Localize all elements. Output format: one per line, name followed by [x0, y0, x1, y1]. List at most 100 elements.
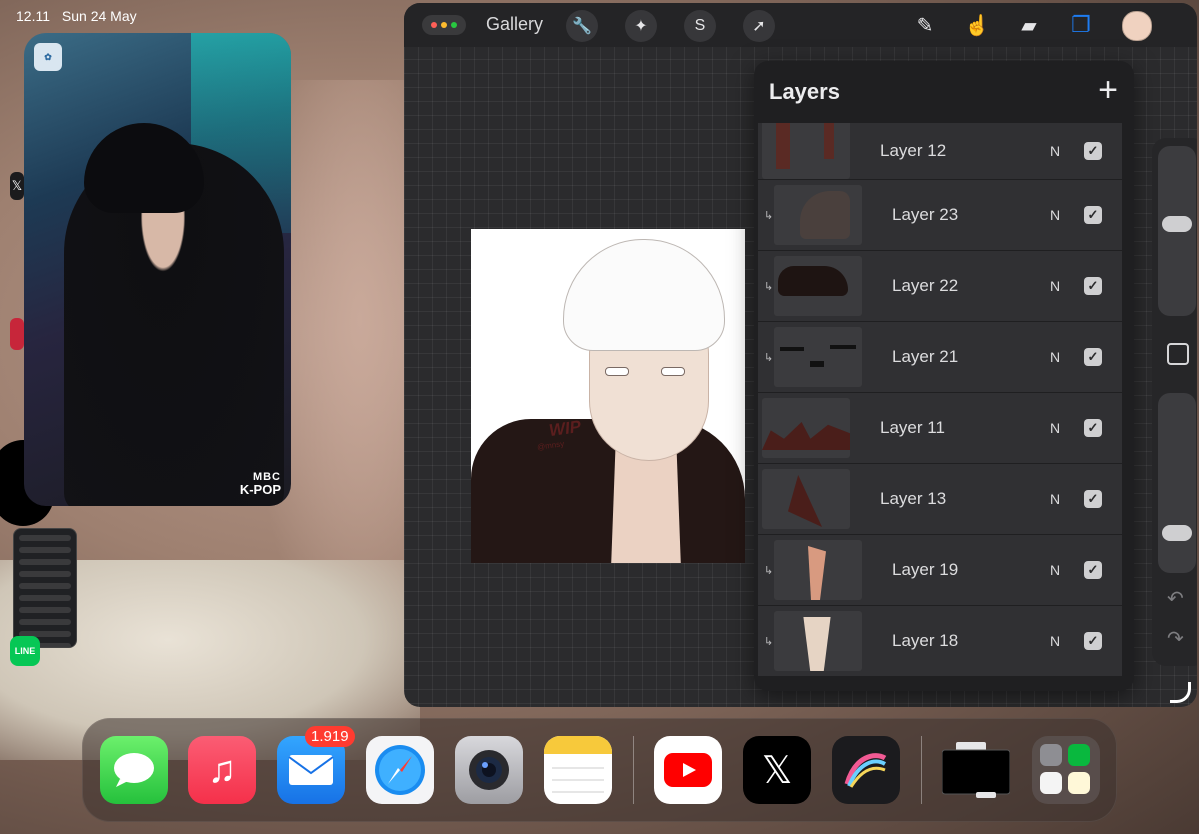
canvas-artwork[interactable]: WIP @mnsy [471, 229, 745, 563]
wrench-icon: 🔧 [572, 18, 592, 35]
layers-icon: ❐ [1071, 12, 1091, 37]
layer-blend-mode[interactable]: N [1050, 420, 1060, 436]
layers-panel-title: Layers [769, 79, 840, 104]
brush-button[interactable]: ✎ [910, 10, 940, 40]
slide-over-chat-app[interactable] [13, 528, 77, 648]
layer-row[interactable]: ↳ Layer 22 N ✓ [758, 251, 1122, 321]
procreate-toolbar: Gallery 🔧 ✦ S ➚ ✎ ☝ ▰ ❐ [404, 3, 1197, 47]
eraser-icon: ▰ [1021, 14, 1037, 37]
layer-row[interactable]: Layer 13 N ✓ [758, 464, 1122, 534]
clipping-mask-icon: ↳ [764, 351, 774, 364]
layer-visibility-checkbox[interactable]: ✓ [1084, 632, 1102, 650]
youtube-app-icon[interactable] [654, 736, 722, 804]
thumb-mark [780, 347, 804, 351]
selection-button[interactable]: S [684, 10, 716, 42]
line-app-icon[interactable]: LINE [10, 636, 40, 666]
recent-app-stack[interactable] [942, 736, 1010, 804]
layer-visibility-checkbox[interactable]: ✓ [1084, 348, 1102, 366]
notepad-icon [544, 736, 612, 793]
mail-unread-badge: 1.919 [305, 726, 355, 747]
layer-row[interactable]: ↳ Layer 19 N ✓ [758, 535, 1122, 605]
layer-name: Layer 13 [880, 489, 947, 508]
layer-list[interactable]: Layer 12 N ✓ ↳ Layer 23 N ✓ ↳ Layer 22 N [758, 123, 1122, 691]
messages-app-icon[interactable] [100, 736, 168, 804]
color-picker-swatch[interactable] [1122, 11, 1152, 41]
layer-visibility-checkbox[interactable]: ✓ [1084, 490, 1102, 508]
window-menu-button[interactable] [422, 15, 466, 35]
layer-blend-mode[interactable]: N [1050, 143, 1060, 159]
clipping-mask-icon: ↳ [764, 635, 774, 648]
layer-visibility-checkbox[interactable]: ✓ [1084, 419, 1102, 437]
procreate-app-icon[interactable] [832, 736, 900, 804]
dock-separator [921, 736, 922, 804]
dot-green [451, 22, 457, 28]
transform-button[interactable]: ➚ [743, 10, 775, 42]
redo-icon[interactable]: ↷ [1167, 626, 1184, 651]
compass-icon [375, 745, 425, 795]
modify-button[interactable] [1167, 343, 1189, 365]
layer-blend-mode[interactable]: N [1050, 207, 1060, 223]
mail-app-icon[interactable]: 1.919 [277, 726, 355, 804]
music-app-icon[interactable]: ♫ [188, 736, 256, 804]
picture-in-picture-video[interactable]: ✿ MBC K-POP [24, 33, 291, 506]
wechat-mini-icon [1068, 744, 1090, 766]
layer-visibility-checkbox[interactable]: ✓ [1084, 206, 1102, 224]
layer-thumbnail [774, 540, 862, 600]
brush-size-knob[interactable] [1162, 216, 1192, 232]
layer-thumbnail [774, 611, 862, 671]
layer-name: Layer 19 [892, 560, 959, 579]
video-person-hair [84, 123, 204, 213]
layer-visibility-checkbox[interactable]: ✓ [1084, 561, 1102, 579]
layer-thumbnail [762, 398, 850, 458]
notes-app-icon[interactable] [544, 736, 612, 804]
dot-red [431, 22, 437, 28]
selection-icon: S [694, 17, 706, 34]
window-resize-handle[interactable] [1170, 682, 1191, 703]
layer-blend-mode[interactable]: N [1050, 278, 1060, 294]
opacity-knob[interactable] [1162, 525, 1192, 541]
layers-button[interactable]: ❐ [1066, 10, 1096, 40]
layer-name: Layer 22 [892, 276, 959, 295]
layer-row[interactable]: ↳ Layer 21 N ✓ [758, 322, 1122, 392]
layer-row[interactable]: Layer 12 N ✓ [758, 123, 1122, 179]
undo-icon[interactable]: ↶ [1167, 586, 1184, 611]
layer-visibility-checkbox[interactable]: ✓ [1084, 142, 1102, 160]
layer-blend-mode[interactable]: N [1050, 491, 1060, 507]
layer-row[interactable]: ↳ Layer 18 N ✓ [758, 606, 1122, 676]
layer-row[interactable]: ↳ Layer 23 N ✓ [758, 180, 1122, 250]
clipping-mask-icon: ↳ [764, 564, 774, 577]
procreate-window[interactable]: Gallery 🔧 ✦ S ➚ ✎ ☝ ▰ ❐ WIP @mnsy Layers… [404, 3, 1197, 707]
thumb-mark [803, 617, 831, 671]
show-logo-icon: ✿ [34, 43, 62, 71]
gallery-button[interactable]: Gallery [486, 14, 543, 35]
slide-over-x-app[interactable]: 𝕏 [10, 172, 24, 200]
status-date: Sun 24 May [61, 8, 137, 24]
app-folder-icon[interactable] [1032, 736, 1100, 804]
thumb-mark [762, 422, 850, 450]
safari-app-icon[interactable] [366, 736, 434, 804]
layer-thumbnail [774, 185, 862, 245]
eraser-button[interactable]: ▰ [1014, 10, 1044, 40]
layer-blend-mode[interactable]: N [1050, 562, 1060, 578]
camera-app-icon[interactable] [455, 736, 523, 804]
thumb-mark [800, 191, 850, 239]
x-app-icon[interactable]: 𝕏 [743, 736, 811, 804]
brush-size-slider[interactable] [1158, 146, 1196, 316]
add-layer-button[interactable]: + [1098, 71, 1118, 110]
thumb-mark [776, 123, 790, 169]
layer-blend-mode[interactable]: N [1050, 349, 1060, 365]
slide-over-red-app[interactable] [10, 318, 24, 350]
status-time: 12.11 [16, 8, 50, 24]
smudge-button[interactable]: ☝ [962, 10, 992, 40]
adjustments-button[interactable]: ✦ [625, 10, 657, 42]
play-button-icon [664, 753, 712, 787]
dock-separator [633, 736, 634, 804]
layer-thumbnail [774, 256, 862, 316]
actions-button[interactable]: 🔧 [566, 10, 598, 42]
opacity-slider[interactable] [1158, 393, 1196, 573]
layer-row[interactable]: Layer 11 N ✓ [758, 393, 1122, 463]
thumb-mark [788, 475, 822, 527]
layer-blend-mode[interactable]: N [1050, 633, 1060, 649]
layer-visibility-checkbox[interactable]: ✓ [1084, 277, 1102, 295]
rainbow-brush-icon [844, 753, 887, 788]
